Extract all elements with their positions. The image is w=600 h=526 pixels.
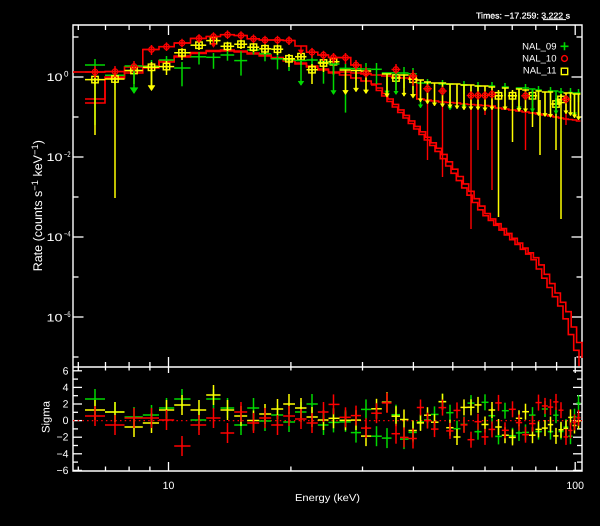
svg-text:100: 100	[566, 480, 584, 492]
svg-text:−4: −4	[57, 448, 69, 460]
svg-text:NAL_09: NAL_09	[522, 42, 556, 53]
svg-text:0: 0	[64, 70, 69, 79]
svg-text:NAL_11: NAL_11	[523, 66, 557, 77]
svg-text:−4: −4	[64, 230, 71, 239]
svg-text:10: 10	[47, 312, 63, 324]
svg-text:Rate (counts s−1 keV−1): Rate (counts s−1 keV−1)	[29, 140, 45, 271]
svg-text:10: 10	[47, 152, 63, 164]
svg-text:Energy (keV): Energy (keV)	[295, 493, 360, 504]
svg-text:10: 10	[47, 72, 63, 84]
svg-text:−6: −6	[57, 465, 69, 477]
svg-text:NAL_10: NAL_10	[522, 54, 556, 65]
svg-text:2: 2	[63, 399, 69, 411]
svg-text:−2: −2	[64, 150, 71, 159]
svg-text:−6: −6	[64, 310, 71, 319]
svg-text:6: 6	[63, 365, 69, 377]
svg-text:−2: −2	[57, 432, 69, 444]
svg-text:10: 10	[163, 480, 175, 492]
svg-text:Sigma: Sigma	[41, 400, 53, 433]
svg-text:4: 4	[63, 382, 69, 394]
svg-text:10: 10	[47, 232, 63, 244]
svg-text:0: 0	[63, 415, 69, 427]
